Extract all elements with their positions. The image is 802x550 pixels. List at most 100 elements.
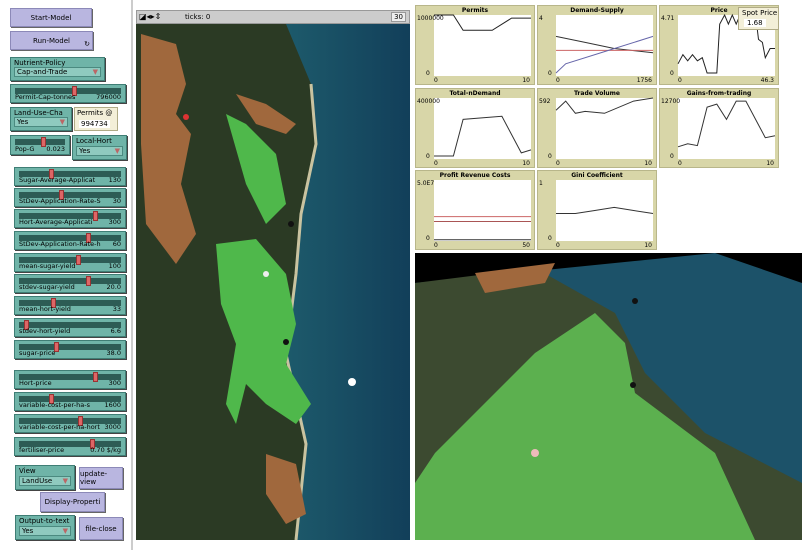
chooser-label: Local-Hort [76,137,112,145]
slider-knob[interactable] [76,255,82,265]
chooser-label: Land-Use-Cha [14,109,63,117]
file-close-button[interactable]: file-close [79,517,123,540]
slider-name: mean-sugar-yield [19,262,76,270]
slider-mean-sugar-yield[interactable]: mean-sugar-yield 100 [14,253,126,272]
monitor-label: Spot Price [742,9,778,17]
local-hort-chooser[interactable]: Local-Hort Yes ▼ [72,135,127,160]
view-chooser[interactable]: View LandUse ▼ [15,465,75,490]
monitor-value: 994734 [79,120,110,128]
x-min-label: 0 [434,160,438,167]
slider-knob[interactable] [40,137,46,147]
chooser-value[interactable]: Yes ▼ [19,526,71,536]
speed-box[interactable]: 30 [391,12,406,22]
y-min-label: 0 [548,70,552,77]
start-model-button[interactable]: Start-Model [10,8,92,27]
y-max-label: 1000000 [417,15,444,22]
update-view-button[interactable]: update-view [79,467,123,489]
satellite-map [136,24,410,540]
slider-hort-price[interactable]: Hort-price 300 [14,370,126,389]
slider-name: Hort-price [19,379,52,387]
slider-name: StDev-Application-Rate-S [19,197,101,205]
plot-title: Permits [461,7,489,14]
spot-price-monitor: Spot Price 1.68 [738,7,779,30]
x-min-label: 0 [434,242,438,249]
slider-name: Sugar-Average-Applicat [19,176,96,184]
slider-value: 60 [112,240,121,248]
slider-name: Pop-G [15,145,35,153]
y-min-label: 0 [426,153,430,160]
plot-demand-supply: Demand-Supply 4 0 0 1756 [537,5,657,85]
plot-permits: Permits 1000000 0 0 10 [415,5,535,85]
chooser-label: Output-to-text [19,517,70,525]
slider-stdev-hort-yield[interactable]: stdev-hort-yield 6.6 [14,318,126,337]
y-min-label: 0 [426,235,430,242]
slider-knob[interactable] [93,211,99,221]
x-max-label: 10 [522,77,530,84]
dropdown-arrow-icon: ▼ [62,527,68,535]
display-properties-button[interactable]: Display-Properti [40,492,105,512]
slider-stdev-sugar-yield[interactable]: stdev-sugar-yield 20.0 [14,274,126,293]
view-control-icons[interactable]: ◪◂▸⇕ [139,12,161,21]
plot-area [434,15,531,76]
dropdown-arrow-icon: ▼ [59,118,65,126]
plot-total-ndemand: Total-nDemand 400000 0 0 10 [415,88,535,168]
plot-title: Trade Volume [574,90,620,97]
permit-cap-slider[interactable]: Permit-Cap-tonnes 796000 [10,84,126,103]
y-max-label: 4.71 [661,15,675,22]
slider-knob[interactable] [93,372,99,382]
output-to-text-chooser[interactable]: Output-to-text Yes ▼ [15,515,75,540]
slider-name: fertiliser-price [19,446,65,454]
x-max-label: 1756 [636,77,652,84]
y-max-label: 592 [539,98,551,105]
slider-value: 0.70 $/kg [90,446,121,454]
chooser-value[interactable]: LandUse ▼ [19,476,71,486]
slider-value: 300 [108,379,121,387]
plot-title: Profit Revenue Costs [439,172,511,179]
run-model-button[interactable]: Run-Model ↻ [10,31,93,50]
dropdown-arrow-icon: ▼ [114,147,120,155]
y-max-label: 4 [539,15,543,22]
y-min-label: 0 [426,70,430,77]
slider-sugar-average-applicat[interactable]: Sugar-Average-Applicat 130 [14,167,126,186]
x-min-label: 0 [678,160,682,167]
x-max-label: 10 [766,160,774,167]
slider-mean-hort-yield[interactable]: mean-hort-yield 33 [14,296,126,315]
slider-stdev-application-rate-s[interactable]: StDev-Application-Rate-S 30 [14,188,126,207]
x-min-label: 0 [556,77,560,84]
slider-name: Hort-Average-Applicati [19,218,93,226]
forever-icon: ↻ [84,40,90,48]
3d-landscape [415,253,802,540]
chooser-value[interactable]: Yes ▼ [76,146,123,156]
slider-value: 1600 [104,401,121,409]
slider-sugar-price[interactable]: sugar-price 38.0 [14,340,126,359]
slider-variable-cost-per-ha-hort[interactable]: variable-cost-per-ha-hort 3000 [14,414,126,433]
plot-area [556,180,653,241]
slider-value: 3000 [104,423,121,431]
world-view[interactable] [136,24,410,540]
slider-fertiliser-price[interactable]: fertiliser-price 0.70 $/kg [14,437,126,456]
chooser-value-text: Cap-and-Trade [17,68,68,76]
chooser-value[interactable]: Yes ▼ [14,117,68,127]
slider-knob[interactable] [86,276,92,286]
chooser-value[interactable]: Cap-and-Trade ▼ [14,67,101,77]
x-max-label: 10 [644,242,652,249]
nutrient-policy-chooser[interactable]: Nutrient-Policy Cap-and-Trade ▼ [10,57,105,81]
plot-area [434,180,531,241]
pop-g-slider[interactable]: Pop-G 0.023 [10,135,70,155]
slider-hort-average-applicati[interactable]: Hort-Average-Applicati 300 [14,209,126,228]
land-use-chooser[interactable]: Land-Use-Cha Yes ▼ [10,107,72,131]
plot-title: Gini Coefficient [571,172,623,179]
3d-view[interactable] [415,253,802,540]
y-max-label: 400000 [417,98,440,105]
slider-variable-cost-per-ha-s[interactable]: variable-cost-per-ha-s 1600 [14,392,126,411]
y-min-label: 0 [670,70,674,77]
chooser-value-text: Yes [22,527,34,535]
plot-title: Demand-Supply [570,7,624,14]
slider-value: 796000 [96,93,121,101]
slider-name: variable-cost-per-ha-s [19,401,90,409]
plot-gini-coefficient: Gini Coefficient 1 0 0 10 [537,170,657,250]
slider-value: 100 [108,262,121,270]
chooser-value-text: Yes [17,118,29,126]
dropdown-arrow-icon: ▼ [92,68,98,76]
slider-stdev-application-rate-h[interactable]: StDev-Application-Rate-h 60 [14,231,126,250]
